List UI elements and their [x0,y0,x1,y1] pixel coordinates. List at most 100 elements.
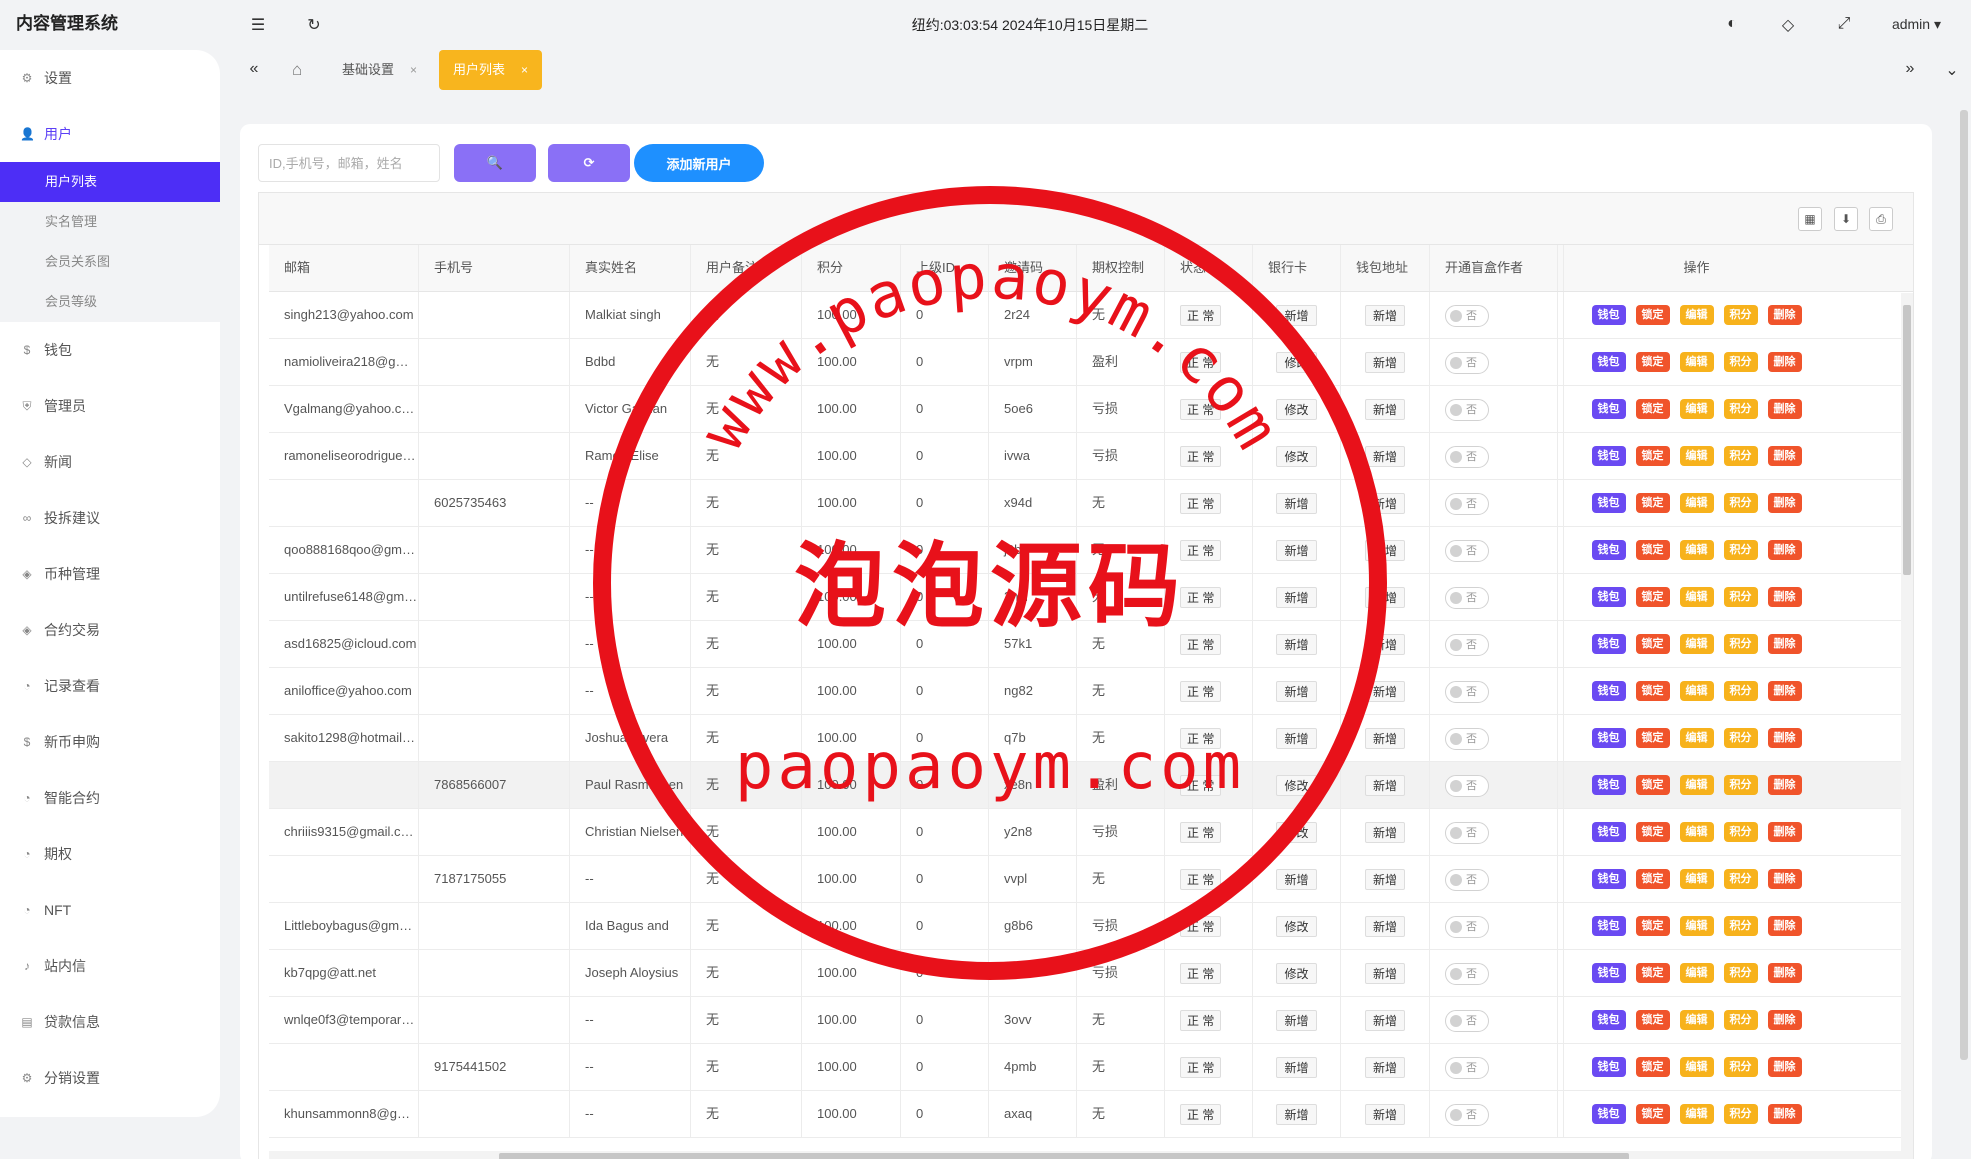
bank-card-button[interactable]: 新增 [1276,1010,1317,1032]
col-invite-code[interactable]: 邀请码 [989,245,1077,291]
bank-card-button[interactable]: 修改 [1276,822,1317,844]
blindbox-author-toggle[interactable]: 否 [1445,539,1489,562]
blindbox-author-toggle[interactable]: 否 [1445,774,1489,797]
wallet-address-button[interactable]: 新增 [1364,446,1405,468]
blindbox-author-toggle[interactable]: 否 [1445,1009,1489,1032]
lock-button[interactable]: 锁定 [1635,493,1670,513]
wallet-address-button[interactable]: 新增 [1364,305,1405,327]
col-remark[interactable]: 用户备注 [691,245,802,291]
refresh-icon[interactable]: ↻ [304,15,324,35]
wallet-address-button[interactable]: 新增 [1364,399,1405,421]
blindbox-author-toggle[interactable]: 否 [1445,962,1489,985]
blindbox-author-toggle[interactable]: 否 [1445,1056,1489,1079]
bank-card-button[interactable]: 新增 [1276,1057,1317,1079]
sidebar-item-users[interactable]: 👤 用户 [0,106,220,162]
lock-button[interactable]: 锁定 [1635,587,1670,607]
edit-button[interactable]: 编辑 [1679,634,1714,654]
points-button[interactable]: 积分 [1723,1104,1758,1124]
wallet-button[interactable]: 钱包 [1591,634,1626,654]
sidebar-item-nft[interactable]: ◔ NFT [0,882,220,938]
wallet-button[interactable]: 钱包 [1591,869,1626,889]
bank-card-button[interactable]: 修改 [1276,775,1317,797]
wallet-button[interactable]: 钱包 [1591,1104,1626,1124]
theme-icon[interactable]: ◐ [1722,15,1742,33]
wallet-address-button[interactable]: 新增 [1364,775,1405,797]
status-badge[interactable]: 正 常 [1180,540,1222,562]
blindbox-author-toggle[interactable]: 否 [1445,633,1489,656]
points-button[interactable]: 积分 [1723,399,1758,419]
bank-card-button[interactable]: 新增 [1276,493,1317,515]
table-horizontal-scrollbar[interactable] [269,1151,1907,1159]
points-button[interactable]: 积分 [1723,963,1758,983]
delete-button[interactable]: 删除 [1767,493,1802,513]
home-icon[interactable]: ⌂ [292,60,302,80]
wallet-button[interactable]: 钱包 [1591,399,1626,419]
tab-basic-settings[interactable]: 基础设置 × [328,50,431,90]
lock-button[interactable]: 锁定 [1635,399,1670,419]
lock-button[interactable]: 锁定 [1635,681,1670,701]
col-bank-card[interactable]: 银行卡 [1253,245,1341,291]
bank-card-button[interactable]: 新增 [1276,1104,1317,1126]
status-badge[interactable]: 正 常 [1180,352,1222,374]
search-input[interactable] [258,144,440,182]
delete-button[interactable]: 删除 [1767,540,1802,560]
points-button[interactable]: 积分 [1723,1057,1758,1077]
wallet-button[interactable]: 钱包 [1591,587,1626,607]
lock-button[interactable]: 锁定 [1635,963,1670,983]
points-button[interactable]: 积分 [1723,775,1758,795]
wallet-button[interactable]: 钱包 [1591,446,1626,466]
export-icon[interactable]: ⬇ [1834,207,1858,231]
status-badge[interactable]: 正 常 [1180,634,1222,656]
table-vertical-scrollbar[interactable] [1901,293,1913,1159]
wallet-button[interactable]: 钱包 [1591,540,1626,560]
tag-icon[interactable]: ◇ [1778,15,1798,35]
status-badge[interactable]: 正 常 [1180,1057,1222,1079]
lock-button[interactable]: 锁定 [1635,728,1670,748]
fullscreen-icon[interactable]: ⤢ [1834,15,1854,33]
blindbox-author-toggle[interactable]: 否 [1445,680,1489,703]
sidebar-item-smart-contract[interactable]: ◔ 智能合约 [0,770,220,826]
status-badge[interactable]: 正 常 [1180,775,1222,797]
wallet-button[interactable]: 钱包 [1591,775,1626,795]
tab-user-list[interactable]: 用户列表 × [439,50,543,90]
print-icon[interactable]: ⎙ [1869,207,1893,231]
bank-card-button[interactable]: 修改 [1276,963,1317,985]
status-badge[interactable]: 正 常 [1180,728,1222,750]
blindbox-author-toggle[interactable]: 否 [1445,492,1489,515]
edit-button[interactable]: 编辑 [1679,728,1714,748]
lock-button[interactable]: 锁定 [1635,1104,1670,1124]
lock-button[interactable]: 锁定 [1635,540,1670,560]
bank-card-button[interactable]: 新增 [1276,587,1317,609]
wallet-address-button[interactable]: 新增 [1364,1057,1405,1079]
wallet-address-button[interactable]: 新增 [1364,540,1405,562]
sidebar-item-feedback[interactable]: ∞ 投拆建议 [0,490,220,546]
wallet-button[interactable]: 钱包 [1591,352,1626,372]
sidebar-item-news[interactable]: ◇ 新闻 [0,434,220,490]
status-badge[interactable]: 正 常 [1180,1104,1222,1126]
edit-button[interactable]: 编辑 [1679,587,1714,607]
delete-button[interactable]: 删除 [1767,1104,1802,1124]
edit-button[interactable]: 编辑 [1679,1010,1714,1030]
sidebar-item-settings[interactable]: ⚙ 设置 [0,50,220,106]
tabs-scroll-right-icon[interactable]: » [1900,60,1920,78]
points-button[interactable]: 积分 [1723,728,1758,748]
edit-button[interactable]: 编辑 [1679,963,1714,983]
delete-button[interactable]: 删除 [1767,1010,1802,1030]
edit-button[interactable]: 编辑 [1679,305,1714,325]
wallet-button[interactable]: 钱包 [1591,916,1626,936]
col-parent-id[interactable]: 上级ID [901,245,989,291]
wallet-address-button[interactable]: 新增 [1364,681,1405,703]
points-button[interactable]: 积分 [1723,634,1758,654]
points-button[interactable]: 积分 [1723,352,1758,372]
edit-button[interactable]: 编辑 [1679,446,1714,466]
sidebar-item-options[interactable]: ◔ 期权 [0,826,220,882]
user-menu[interactable]: admin ▾ [1892,16,1941,33]
status-badge[interactable]: 正 常 [1180,399,1222,421]
edit-button[interactable]: 编辑 [1679,1104,1714,1124]
wallet-button[interactable]: 钱包 [1591,681,1626,701]
delete-button[interactable]: 删除 [1767,305,1802,325]
wallet-button[interactable]: 钱包 [1591,305,1626,325]
sidebar-item-records[interactable]: ◔ 记录查看 [0,658,220,714]
sidebar-item-messages[interactable]: ♪ 站内信 [0,938,220,994]
delete-button[interactable]: 删除 [1767,822,1802,842]
